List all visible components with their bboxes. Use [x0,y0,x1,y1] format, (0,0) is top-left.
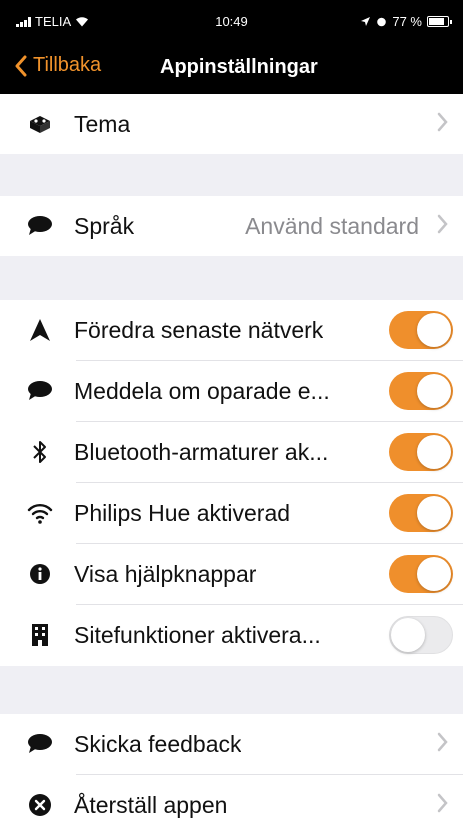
toggle-knob [417,496,451,530]
prefer-network-label: Föredra senaste nätverk [74,316,324,343]
site-functions-toggle[interactable] [389,616,453,654]
settings-row-theme[interactable]: Tema [0,94,463,154]
language-label: Språk [74,212,135,239]
section-gap [0,256,463,300]
status-right: 77 % [360,14,452,29]
help-buttons-label: Visa hjälpknappar [74,560,257,587]
info-icon [24,563,56,585]
settings-row-reset[interactable]: Återställ appen [0,775,463,827]
settings-row-notify-unsaved: Meddela om oparade e... [0,361,463,421]
chevron-left-icon [15,55,27,76]
settings-row-prefer-network: Föredra senaste nätverk [0,300,463,360]
site-functions-label: Sitefunktioner aktivera... [74,621,321,648]
notify-unsaved-toggle[interactable] [389,372,453,410]
language-value: Använd standard [245,212,419,239]
toggle-knob [391,618,425,652]
chevron-right-icon [437,793,448,813]
battery-percent: 77 % [392,14,422,29]
philips-hue-toggle[interactable] [389,494,453,532]
settings-row-bluetooth: Bluetooth-armaturer ak... [0,422,463,482]
toggle-knob [417,557,451,591]
status-bar: TELIA 10:49 77 % [0,0,463,40]
page-title: Appinställningar [160,56,318,78]
close-circle-icon [24,793,56,817]
settings-row-philips-hue: Philips Hue aktiverad [0,483,463,543]
bluetooth-label: Bluetooth-armaturer ak... [74,438,329,465]
settings-row-site-functions: Sitefunktioner aktivera... [0,605,463,665]
paint-bucket-icon [24,113,56,135]
navigation-bar: Tillbaka Appinställningar [0,40,463,94]
bluetooth-toggle[interactable] [389,433,453,471]
notify-unsaved-label: Meddela om oparade e... [74,377,330,404]
toggle-knob [417,374,451,408]
section-gap [0,666,463,714]
section-gap [0,154,463,196]
alarm-icon [377,17,387,27]
battery-icon [427,16,452,27]
theme-label: Tema [74,110,131,137]
speech-bubble-icon [24,380,56,402]
arrow-up-icon [24,318,56,342]
building-icon [24,623,56,647]
speech-bubble-icon [24,215,56,237]
speech-bubble-icon [24,733,56,755]
wifi-icon [24,502,56,524]
toggle-knob [417,435,451,469]
back-button[interactable]: Tillbaka [14,54,101,77]
settings-row-help-buttons: Visa hjälpknappar [0,544,463,604]
toggle-knob [417,313,451,347]
back-label: Tillbaka [33,54,102,76]
reset-label: Återställ appen [74,791,228,818]
bluetooth-icon [24,439,56,465]
location-icon [361,17,371,26]
help-buttons-toggle[interactable] [389,555,453,593]
chevron-right-icon [437,214,448,234]
settings-row-language[interactable]: Språk Använd standard [0,196,463,256]
feedback-label: Skicka feedback [74,730,242,757]
prefer-network-toggle[interactable] [389,311,453,349]
settings-row-feedback[interactable]: Skicka feedback [0,714,463,774]
philips-hue-label: Philips Hue aktiverad [74,499,291,526]
chevron-right-icon [437,732,448,752]
chevron-right-icon [437,112,448,132]
